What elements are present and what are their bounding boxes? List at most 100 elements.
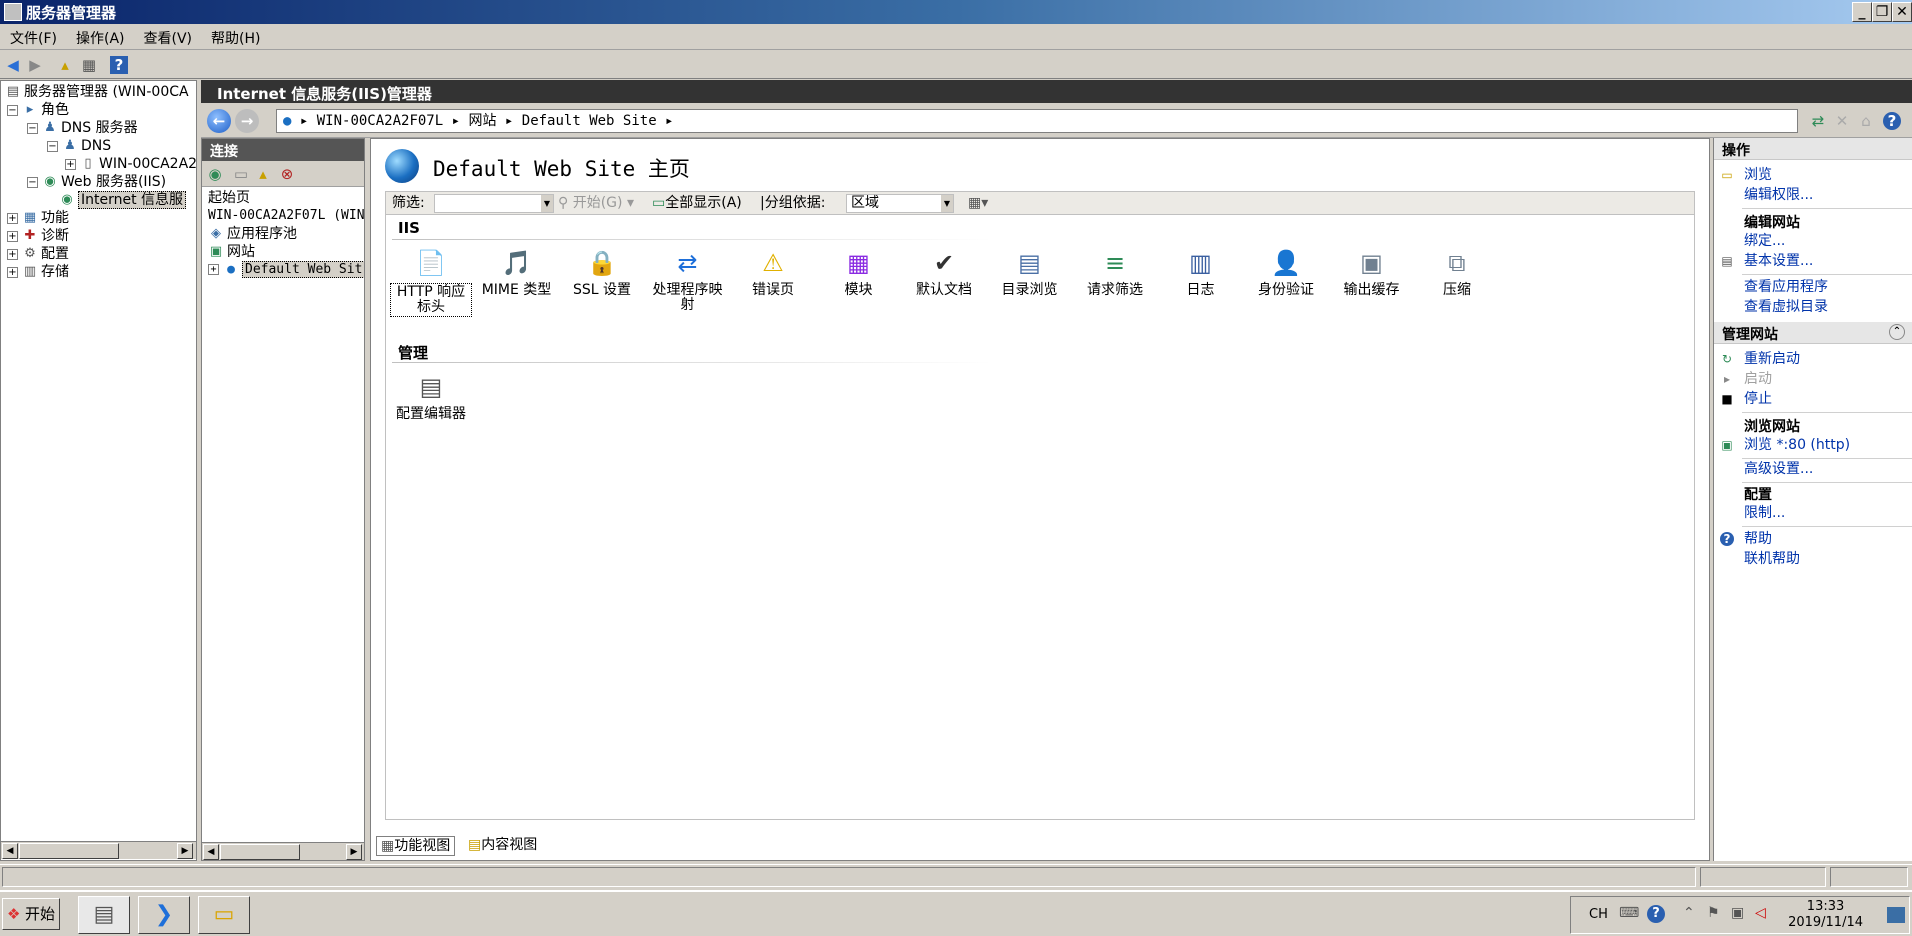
forward-arrow-icon[interactable]: ▶ — [26, 56, 44, 74]
action-limits[interactable]: 限制... — [1744, 504, 1785, 522]
tree-features[interactable]: + ▦ 功能 — [7, 209, 69, 227]
refresh-icon[interactable]: ⇄ — [1809, 112, 1827, 130]
show-hidden-icons[interactable]: ⌃ — [1683, 905, 1695, 921]
action-basic-settings[interactable]: 基本设置... — [1744, 252, 1813, 270]
save-icon[interactable]: ▭ — [232, 165, 250, 183]
action-edit-permissions[interactable]: 编辑权限... — [1744, 186, 1813, 204]
show-all-button[interactable]: ▭全部显示(A) — [652, 192, 742, 214]
explorer-taskbar-icon[interactable]: ▭ — [198, 896, 250, 934]
scroll-right-icon[interactable]: ▶ — [346, 844, 362, 860]
collapse-icon[interactable]: − — [27, 176, 38, 188]
collapse-icon[interactable]: − — [47, 140, 58, 152]
tree-config[interactable]: + ⚙ 配置 — [7, 245, 69, 263]
connect-icon[interactable]: ◉ — [206, 165, 224, 183]
feature-http-response-headers[interactable]: 📄 HTTP 响应标头 — [390, 247, 472, 317]
menu-help[interactable]: 帮助(H) — [201, 24, 269, 48]
help-icon[interactable]: ? — [1883, 112, 1901, 130]
feature-handler-mappings[interactable]: ⇄ 处理程序映射 — [647, 247, 729, 313]
up-icon[interactable]: ▴ — [254, 165, 272, 183]
language-indicator[interactable]: CH — [1589, 907, 1608, 922]
scroll-left-icon[interactable]: ◀ — [2, 843, 18, 859]
tree-dns-host[interactable]: + ▯ WIN-00CA2A2F — [65, 155, 196, 173]
go-button[interactable]: ⚲ 开始(G) ▾ — [558, 192, 634, 214]
expand-icon[interactable]: + — [7, 266, 18, 278]
action-bindings[interactable]: 绑定... — [1744, 232, 1785, 250]
tree-root[interactable]: ▤ 服务器管理器 (WIN-00CA — [5, 83, 189, 101]
feature-directory-browsing[interactable]: ▤ 目录浏览 — [989, 247, 1071, 298]
tree-storage[interactable]: + ▥ 存储 — [7, 263, 69, 281]
feature-modules[interactable]: ▦ 模块 — [818, 247, 900, 298]
volume-muted-icon[interactable]: ◁ — [1755, 905, 1766, 921]
start-button[interactable]: ❖ 开始 — [2, 898, 60, 930]
back-arrow-icon[interactable]: ◀ — [4, 56, 22, 74]
feature-logging[interactable]: ▥ 日志 — [1160, 247, 1242, 298]
action-view-virtual-dirs[interactable]: 查看虚拟目录 — [1744, 298, 1828, 316]
tree-horizontal-scrollbar[interactable]: ◀ ▶ — [1, 841, 196, 859]
action-start[interactable]: 启动 — [1744, 370, 1772, 388]
tab-features-view[interactable]: ▦功能视图 — [376, 836, 456, 856]
network-icon[interactable]: ▣ — [1731, 905, 1744, 921]
filter-input[interactable]: ▼ — [434, 194, 554, 213]
keyboard-icon[interactable]: ⌨ — [1619, 905, 1639, 921]
collapse-icon[interactable]: − — [7, 104, 18, 116]
action-stop[interactable]: 停止 — [1744, 390, 1772, 408]
scroll-thumb[interactable] — [220, 844, 300, 860]
chevron-down-icon[interactable]: ▼ — [941, 195, 953, 212]
help-icon[interactable]: ? — [110, 56, 128, 74]
action-advanced-settings[interactable]: 高级设置... — [1744, 460, 1813, 478]
feature-request-filtering[interactable]: ≡ 请求筛选 — [1074, 247, 1156, 298]
scroll-left-icon[interactable]: ◀ — [203, 844, 219, 860]
feature-default-document[interactable]: ✔ 默认文档 — [903, 247, 985, 298]
group-by-select[interactable]: 区域 ▼ — [846, 194, 954, 213]
action-help[interactable]: 帮助 — [1744, 530, 1772, 548]
home-icon[interactable]: ⌂ — [1857, 112, 1875, 130]
back-button[interactable]: ← — [207, 109, 231, 133]
conn-server[interactable]: WIN-00CA2A2F07L (WIN — [208, 207, 364, 225]
action-restart[interactable]: 重新启动 — [1744, 350, 1800, 368]
help-icon[interactable]: ? — [1647, 905, 1665, 923]
tab-content-view[interactable]: ▤内容视图 — [464, 836, 541, 856]
chevron-down-icon[interactable]: ▼ — [541, 195, 553, 212]
powershell-taskbar-icon[interactable]: ❯ — [138, 896, 190, 934]
up-folder-icon[interactable]: ▴ — [56, 56, 74, 74]
feature-mime-types[interactable]: 🎵 MIME 类型 — [476, 247, 558, 298]
tree-dns[interactable]: − ♟ DNS — [47, 137, 111, 155]
feature-configuration-editor[interactable]: ▤ 配置编辑器 — [390, 371, 472, 422]
menu-view[interactable]: 查看(V) — [134, 24, 202, 48]
flag-icon[interactable]: ⚑ — [1707, 905, 1720, 921]
expand-icon[interactable]: + — [208, 264, 219, 275]
tree-web-server[interactable]: − ◉ Web 服务器(IIS) — [27, 173, 166, 191]
feature-ssl-settings[interactable]: 🔒 SSL 设置 — [561, 247, 643, 298]
disconnect-icon[interactable]: ⊗ — [278, 165, 296, 183]
expand-icon[interactable]: + — [7, 248, 18, 260]
tree-roles[interactable]: − ▸ 角色 — [7, 101, 69, 119]
collapse-chevron-icon[interactable]: ⌃ — [1889, 324, 1905, 340]
stop-icon[interactable]: ✕ — [1833, 112, 1851, 130]
feature-error-pages[interactable]: ⚠ 错误页 — [732, 247, 814, 298]
clock[interactable]: 13:33 2019/11/14 — [1788, 899, 1863, 931]
expand-icon[interactable]: + — [7, 230, 18, 242]
breadcrumb-server[interactable]: WIN-00CA2A2F07L — [317, 113, 443, 129]
menu-file[interactable]: 文件(F) — [0, 24, 66, 48]
conn-sites[interactable]: ▣ 网站 — [208, 243, 255, 261]
close-button[interactable]: ✕ — [1892, 2, 1912, 22]
show-hide-tree-icon[interactable]: ▦ — [80, 56, 98, 74]
action-online-help[interactable]: 联机帮助 — [1744, 550, 1800, 568]
feature-authentication[interactable]: 👤 身份验证 — [1245, 247, 1327, 298]
expand-icon[interactable]: + — [7, 212, 18, 224]
feature-compression[interactable]: ⧉ 压缩 — [1416, 247, 1498, 298]
forward-button[interactable]: → — [235, 109, 259, 133]
collapse-icon[interactable]: − — [27, 122, 38, 134]
feature-output-caching[interactable]: ▣ 输出缓存 — [1331, 247, 1413, 298]
action-browse[interactable]: 浏览 — [1744, 166, 1772, 184]
show-desktop-button[interactable] — [1887, 907, 1905, 923]
action-view-applications[interactable]: 查看应用程序 — [1744, 278, 1828, 296]
view-mode-icon[interactable]: ▦▾ — [968, 192, 988, 214]
menu-action[interactable]: 操作(A) — [66, 24, 134, 48]
action-browse-80[interactable]: 浏览 *:80 (http) — [1744, 436, 1850, 454]
restore-button[interactable]: ❐ — [1872, 2, 1892, 22]
scroll-thumb[interactable] — [19, 843, 119, 859]
tree-diagnostics[interactable]: + ✚ 诊断 — [7, 227, 69, 245]
breadcrumb-default-site[interactable]: Default Web Site — [522, 113, 657, 129]
expand-icon[interactable]: + — [65, 158, 76, 170]
